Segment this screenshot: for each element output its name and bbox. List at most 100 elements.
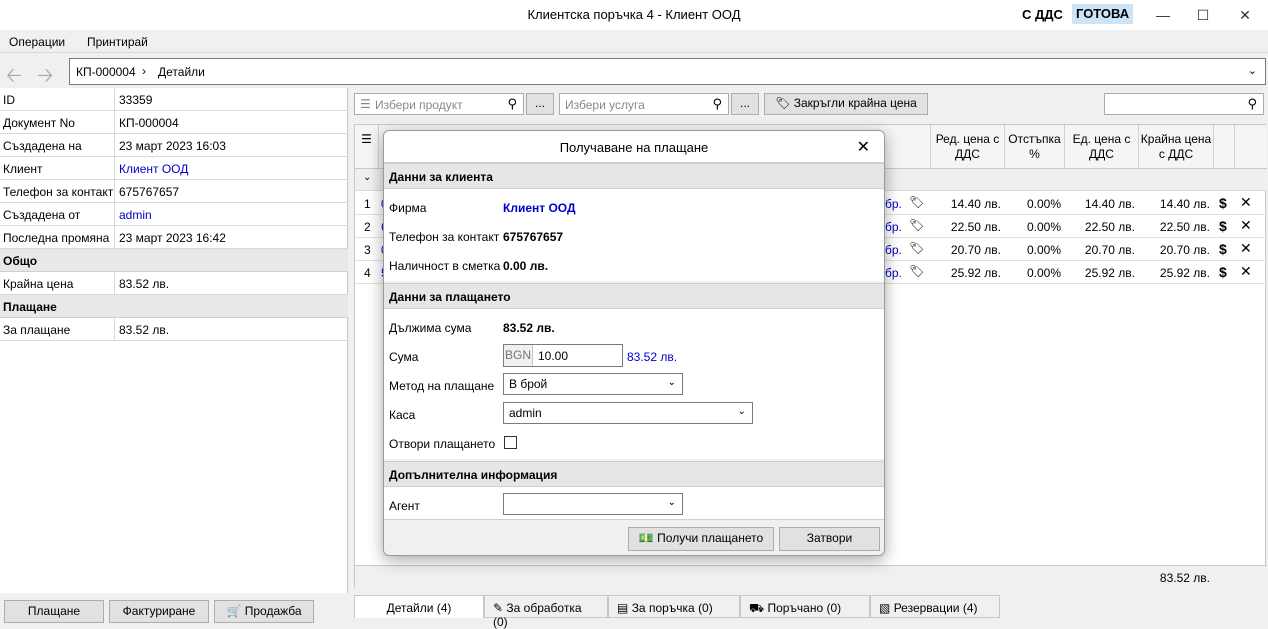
- chevron-down-icon: ⌄: [667, 497, 676, 508]
- tab-to-order[interactable]: ▤ За поръчка (0): [608, 595, 740, 618]
- delete-icon[interactable]: ✕: [1240, 240, 1252, 257]
- tab-ordered[interactable]: ⛟ Поръчано (0): [740, 595, 870, 618]
- row-number: 3: [364, 243, 371, 257]
- open-payment-checkbox[interactable]: [504, 436, 517, 449]
- chevron-down-icon[interactable]: ⌄: [1248, 64, 1257, 77]
- dollar-icon[interactable]: $: [1219, 218, 1227, 234]
- price-tag-icon[interactable]: 🏷: [909, 241, 924, 255]
- search-icon[interactable]: ⚲: [712, 96, 722, 112]
- amount-value[interactable]: 10.00: [538, 349, 568, 363]
- payment-section-header: Данни за плащането: [384, 283, 884, 309]
- round-price-button[interactable]: 🏷 Закръгли крайна цена: [764, 93, 928, 115]
- row-discount: 0.00%: [1026, 197, 1061, 211]
- grid-header-final-price[interactable]: Крайна цена с ДДС: [1139, 125, 1214, 169]
- chevron-down-icon: ⌄: [737, 406, 746, 417]
- tab-details[interactable]: Детайли (4): [354, 595, 484, 618]
- row-discount: 0.00%: [1026, 266, 1061, 280]
- payment-method-value: В брой: [509, 377, 548, 391]
- grid-header-unit-price[interactable]: Ед. цена с ДДС: [1065, 125, 1139, 169]
- close-window-icon[interactable]: ✕: [1222, 0, 1268, 30]
- tab-label: За поръчка (0): [631, 601, 713, 615]
- receive-payment-button[interactable]: 💵 Получи плащането: [628, 527, 774, 551]
- price-tag-icon: 🏷: [775, 96, 791, 110]
- status-badge[interactable]: ГОТОВА: [1072, 4, 1134, 24]
- delete-icon[interactable]: ✕: [1240, 194, 1252, 211]
- payment-method-select[interactable]: В брой ⌄: [503, 373, 683, 395]
- maximize-icon[interactable]: ☐: [1180, 0, 1226, 30]
- invoice-button[interactable]: Фактуриране: [109, 600, 209, 623]
- breadcrumb[interactable]: КП-000004 › Детайли ⌄: [69, 58, 1266, 85]
- sale-button[interactable]: 🛒 Продажба: [214, 600, 314, 623]
- price-tag-icon[interactable]: 🏷: [909, 218, 924, 232]
- client-link[interactable]: Клиент ООД: [119, 162, 188, 176]
- cash-icon: 💵: [638, 531, 654, 545]
- tab-processing[interactable]: ✎ За обработка (0): [484, 595, 608, 629]
- row-unit[interactable]: бр.: [885, 243, 902, 257]
- reservation-icon: ▧: [879, 601, 891, 615]
- tab-label: За обработка (0): [493, 601, 582, 629]
- extra-section-header: Допълнителна информация: [384, 461, 884, 487]
- menu-print[interactable]: Принтирай: [87, 35, 148, 49]
- dollar-icon[interactable]: $: [1219, 264, 1227, 280]
- search-icon[interactable]: ⚲: [1247, 96, 1257, 112]
- row-number: 4: [364, 266, 371, 280]
- grid-search-input[interactable]: ⚲: [1104, 93, 1264, 115]
- created-by-link[interactable]: admin: [119, 208, 152, 222]
- grid-header-discount[interactable]: Отстъпка %: [1005, 125, 1065, 169]
- title-bar: Клиентска поръчка 4 - Клиент ООД С ДДС Г…: [0, 0, 1268, 30]
- breadcrumb-section[interactable]: Детайли: [158, 65, 205, 79]
- firm-label: Фирма: [389, 201, 427, 215]
- payment-section: Дължима сума 83.52 лв. Сума BGN 10.00 83…: [384, 309, 884, 459]
- pay-button[interactable]: Плащане: [4, 600, 104, 623]
- close-icon[interactable]: ✕: [857, 137, 870, 157]
- agent-label: Агент: [389, 499, 420, 513]
- service-more-button[interactable]: ...: [731, 93, 759, 115]
- property-row: Клиент Клиент ООД: [0, 157, 348, 180]
- property-value: 675767657: [119, 185, 180, 199]
- product-search-placeholder: Избери продукт: [375, 98, 463, 112]
- price-tag-icon[interactable]: 🏷: [909, 264, 924, 278]
- close-dialog-button[interactable]: Затвори: [779, 527, 880, 551]
- row-unit[interactable]: бр.: [885, 197, 902, 211]
- row-unit-price: 14.40 лв.: [1084, 197, 1135, 211]
- amount-input[interactable]: BGN 10.00: [503, 344, 623, 367]
- property-value: 23 март 2023 16:03: [119, 139, 226, 153]
- breadcrumb-document[interactable]: КП-000004: [76, 65, 136, 79]
- search-icon[interactable]: ⚲: [507, 96, 517, 112]
- cash-register-value: admin: [509, 406, 542, 420]
- footer-total: 83.52 лв.: [1159, 571, 1210, 585]
- grid-header-price[interactable]: Ред. цена с ДДС: [931, 125, 1005, 169]
- row-unit-price: 20.70 лв.: [1084, 243, 1135, 257]
- navigation-bar: 🡠 🡢 КП-000004 › Детайли ⌄: [0, 55, 1268, 87]
- vat-mode-label[interactable]: С ДДС: [1022, 7, 1063, 22]
- cash-register-select[interactable]: admin ⌄: [503, 402, 753, 424]
- delete-icon[interactable]: ✕: [1240, 217, 1252, 234]
- firm-link[interactable]: Клиент ООД: [503, 201, 576, 215]
- property-value: 23 март 2023 16:42: [119, 231, 226, 245]
- price-tag-icon[interactable]: 🏷: [909, 195, 924, 209]
- row-unit[interactable]: бр.: [885, 220, 902, 234]
- row-unit[interactable]: бр.: [885, 266, 902, 280]
- grid-header-blank: [1214, 125, 1235, 169]
- agent-select[interactable]: ⌄: [503, 493, 683, 515]
- tab-reservations[interactable]: ▧ Резервации (4): [870, 595, 1000, 618]
- balance-label: Наличност в сметка: [389, 259, 501, 273]
- order-icon: ▤: [617, 601, 629, 615]
- dollar-icon[interactable]: $: [1219, 241, 1227, 257]
- product-more-button[interactable]: ...: [526, 93, 554, 115]
- dollar-icon[interactable]: $: [1219, 195, 1227, 211]
- service-search-input[interactable]: Избери услуга ⚲: [559, 93, 729, 115]
- property-row: Крайна цена 83.52 лв.: [0, 272, 348, 295]
- property-label: Създадена на: [3, 139, 82, 153]
- menu-operations[interactable]: Операции: [9, 35, 65, 49]
- client-section-header: Данни за клиента: [384, 163, 884, 189]
- fill-amount-link[interactable]: 83.52 лв.: [627, 350, 677, 364]
- row-price: 25.92 лв.: [950, 266, 1001, 280]
- chevron-down-icon[interactable]: ⌄: [363, 172, 371, 183]
- delete-icon[interactable]: ✕: [1240, 263, 1252, 280]
- dialog-header: Получаване на плащане ✕: [384, 131, 884, 163]
- column-chooser-icon[interactable]: ☰: [355, 125, 379, 169]
- property-row: Създадена от admin: [0, 203, 348, 226]
- property-value: 33359: [119, 93, 153, 107]
- product-search-input[interactable]: ☰ Избери продукт ⚲: [354, 93, 524, 115]
